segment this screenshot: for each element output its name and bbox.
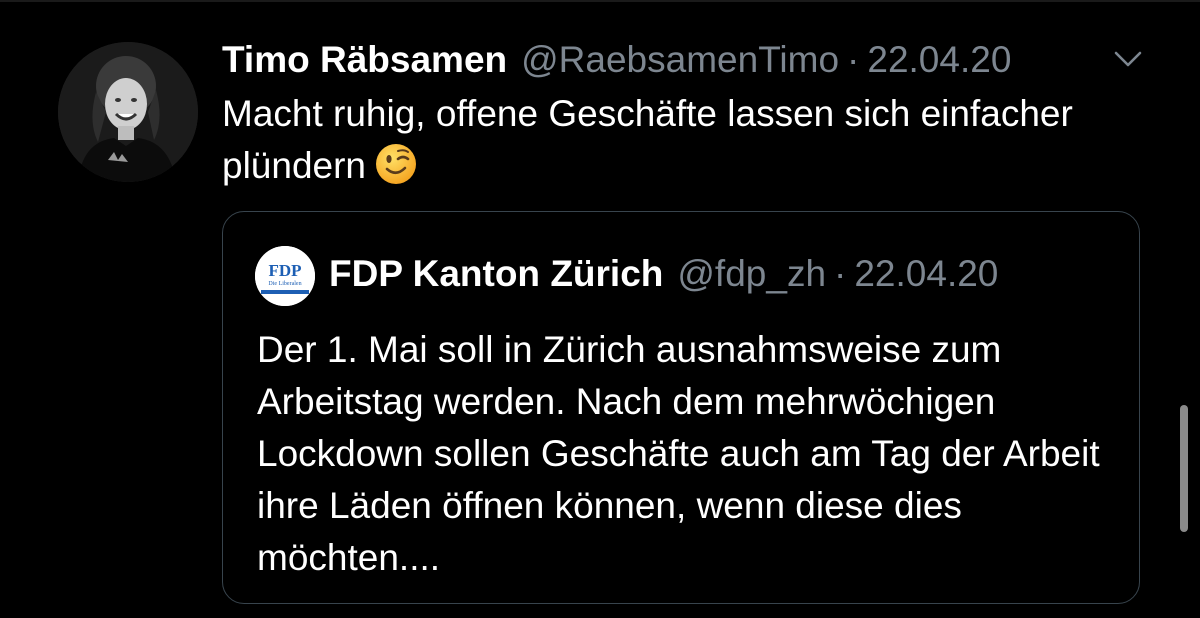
quoted-tweet-text: Der 1. Mai soll in Zürich ausnahmsweise … xyxy=(257,329,1100,578)
tweet-text-content: Macht ruhig, offene Geschäfte lassen sic… xyxy=(222,93,1073,186)
tweet-date[interactable]: 22.04.20 xyxy=(867,36,1011,84)
fdp-logo-text: FDP xyxy=(268,261,301,280)
quoted-tweet-card[interactable]: FDP Die Liberalen FDP Kanton Zürich @fdp… xyxy=(222,211,1140,604)
tweet-header: Timo Räbsamen @RaebsamenTimo · 22.04.20 xyxy=(222,36,1011,84)
chevron-down-icon xyxy=(1113,50,1143,73)
author-avatar[interactable] xyxy=(58,42,198,182)
quoted-tweet-date[interactable]: 22.04.20 xyxy=(854,250,998,298)
quoted-tweet-header: FDP Kanton Zürich @fdp_zh · 22.04.20 xyxy=(329,250,998,298)
quoted-author-handle[interactable]: @fdp_zh xyxy=(677,250,826,298)
quoted-author-avatar[interactable]: FDP Die Liberalen xyxy=(255,246,315,306)
author-handle[interactable]: @RaebsamenTimo xyxy=(521,36,839,84)
tweet[interactable]: Timo Räbsamen @RaebsamenTimo · 22.04.20 … xyxy=(0,0,1200,618)
scrollbar[interactable] xyxy=(1180,405,1188,532)
page: Timo Räbsamen @RaebsamenTimo · 22.04.20 … xyxy=(0,0,1200,618)
tweet-text: Macht ruhig, offene Geschäfte lassen sic… xyxy=(222,88,1082,192)
quoted-header-separator: · xyxy=(834,253,847,294)
more-options-button[interactable] xyxy=(1110,46,1146,76)
fdp-logo-subtext: Die Liberalen xyxy=(268,281,301,287)
quoted-author-name[interactable]: FDP Kanton Zürich xyxy=(329,250,663,298)
winking-face-icon xyxy=(374,142,418,186)
header-separator: · xyxy=(847,39,860,80)
author-name[interactable]: Timo Räbsamen xyxy=(222,36,507,84)
